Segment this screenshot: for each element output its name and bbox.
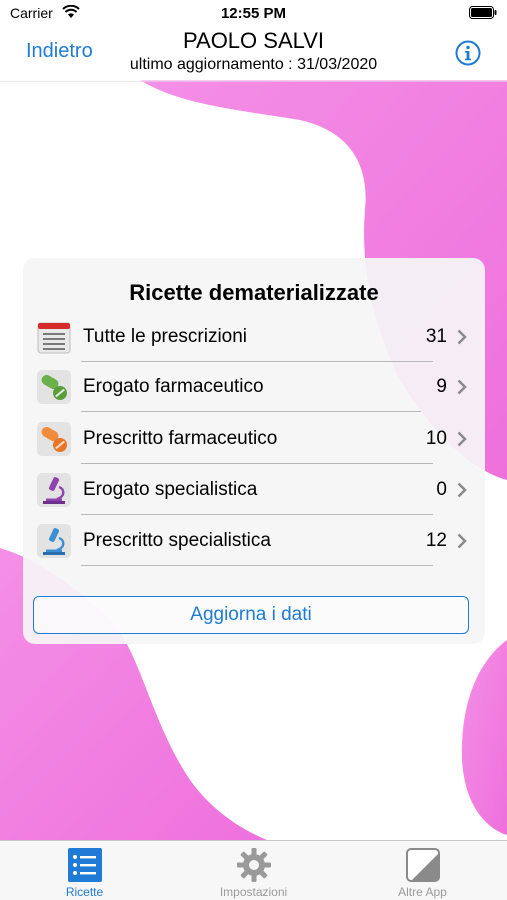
tab-label: Impostazioni	[219, 885, 288, 899]
card-title: Ricette dematerializzate	[129, 280, 379, 305]
chevron-right-icon	[457, 533, 467, 549]
row-divider	[81, 565, 433, 566]
tab-bar: Ricette Impostazioni Altre App	[0, 840, 507, 900]
row-dispensed-specialist[interactable]: Erogato specialistica 0	[23, 465, 485, 515]
prescriptions-card: Ricette dematerializzate Tutte le prescr…	[23, 258, 485, 644]
tab-label: Altre App	[398, 885, 447, 899]
row-divider	[81, 463, 433, 464]
row-divider	[81, 514, 433, 515]
row-label: Prescritto farmaceutico	[83, 428, 278, 449]
row-prescribed-specialist[interactable]: Prescritto specialistica 12	[23, 516, 485, 566]
calendar-list-icon	[37, 322, 71, 354]
list-icon	[68, 848, 102, 882]
row-count: 31	[425, 326, 447, 347]
row-label: Erogato farmaceutico	[83, 376, 264, 397]
battery-icon	[469, 6, 497, 19]
row-label: Tutte le prescrizioni	[83, 326, 248, 347]
chevron-right-icon	[457, 329, 467, 345]
row-all-prescriptions[interactable]: Tutte le prescrizioni 31	[23, 312, 485, 362]
purple-microscope-icon	[37, 473, 71, 507]
patient-name-title: PAOLO SALVI	[182, 28, 325, 53]
row-prescribed-pharma[interactable]: Prescritto farmaceutico 10	[23, 414, 485, 464]
tab-altre-app[interactable]: Altre App	[338, 841, 507, 900]
refresh-data-button[interactable]: Aggiorna i dati	[33, 596, 469, 634]
navigation-bar: Indietro PAOLO SALVI ultimo aggiornament…	[0, 26, 507, 82]
row-count: 9	[436, 376, 447, 397]
apps-icon	[406, 848, 440, 882]
row-count: 12	[425, 530, 447, 551]
row-dispensed-pharma[interactable]: Erogato farmaceutico 9	[23, 362, 485, 412]
tab-label: Ricette	[65, 885, 104, 899]
tab-impostazioni[interactable]: Impostazioni	[169, 841, 338, 900]
row-count: 10	[425, 428, 447, 449]
orange-pills-icon	[37, 422, 71, 456]
green-pills-icon	[37, 370, 71, 404]
chevron-right-icon	[457, 431, 467, 447]
tab-ricette[interactable]: Ricette	[0, 841, 169, 900]
row-count: 0	[436, 479, 447, 500]
chevron-right-icon	[457, 482, 467, 498]
status-bar: Carrier 12:55 PM	[0, 0, 507, 26]
status-time: 12:55 PM	[220, 5, 287, 22]
blue-microscope-icon	[37, 524, 71, 558]
gear-icon	[237, 848, 271, 882]
chevron-right-icon	[457, 379, 467, 395]
last-update-subtitle: ultimo aggiornamento : 31/03/2020	[129, 56, 378, 73]
row-label: Prescritto specialistica	[83, 530, 271, 551]
info-icon[interactable]	[455, 40, 481, 66]
row-divider	[81, 411, 421, 412]
row-label: Erogato specialistica	[83, 479, 258, 500]
